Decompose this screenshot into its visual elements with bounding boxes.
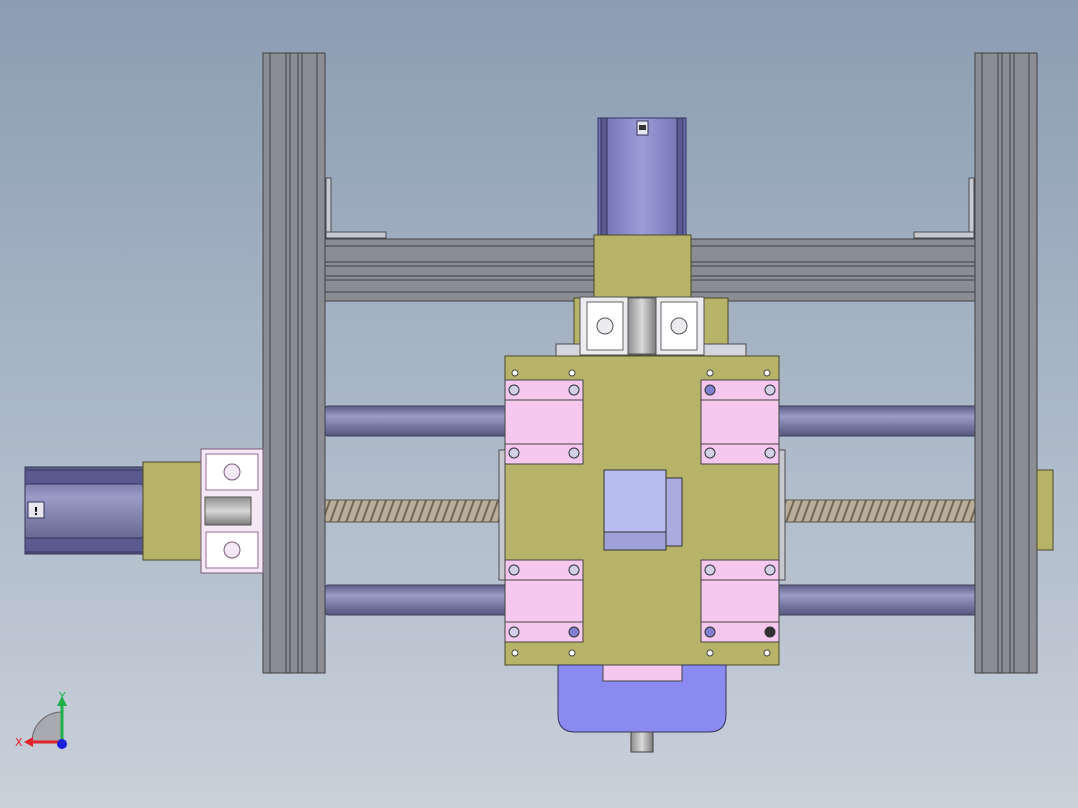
motor-mount-top (593, 234, 692, 300)
carriage-side-rail-right (778, 449, 786, 581)
triad-z-axis (57, 739, 67, 749)
linear-bearing-block-top-right (700, 379, 780, 465)
stepper-motor-top (597, 117, 687, 237)
linear-bearing-block-top-left (504, 379, 584, 465)
linear-bearing-block-bottom-left (504, 559, 584, 643)
profile-cross-section-top (579, 296, 705, 356)
triad-y-label: Y (58, 690, 66, 703)
lead-screw-nut (603, 469, 683, 551)
stepper-motor-left: ! (24, 466, 144, 555)
end-bearing-block-right (1036, 469, 1054, 551)
vertical-extrusion-left (262, 52, 326, 674)
motor-shaft-bottom (630, 731, 654, 753)
triad-x-label: X (15, 736, 23, 749)
cad-viewport[interactable]: ! X Y (0, 0, 1078, 808)
motor-mount-left (142, 461, 202, 561)
linear-bearing-block-bottom-right (700, 559, 780, 643)
profile-cross-section-left (200, 448, 264, 574)
small-nameplate-icon (639, 125, 646, 130)
vertical-extrusion-right (974, 52, 1038, 674)
motor-label-glyph: ! (33, 505, 38, 518)
carriage-side-rail-left (498, 449, 506, 581)
